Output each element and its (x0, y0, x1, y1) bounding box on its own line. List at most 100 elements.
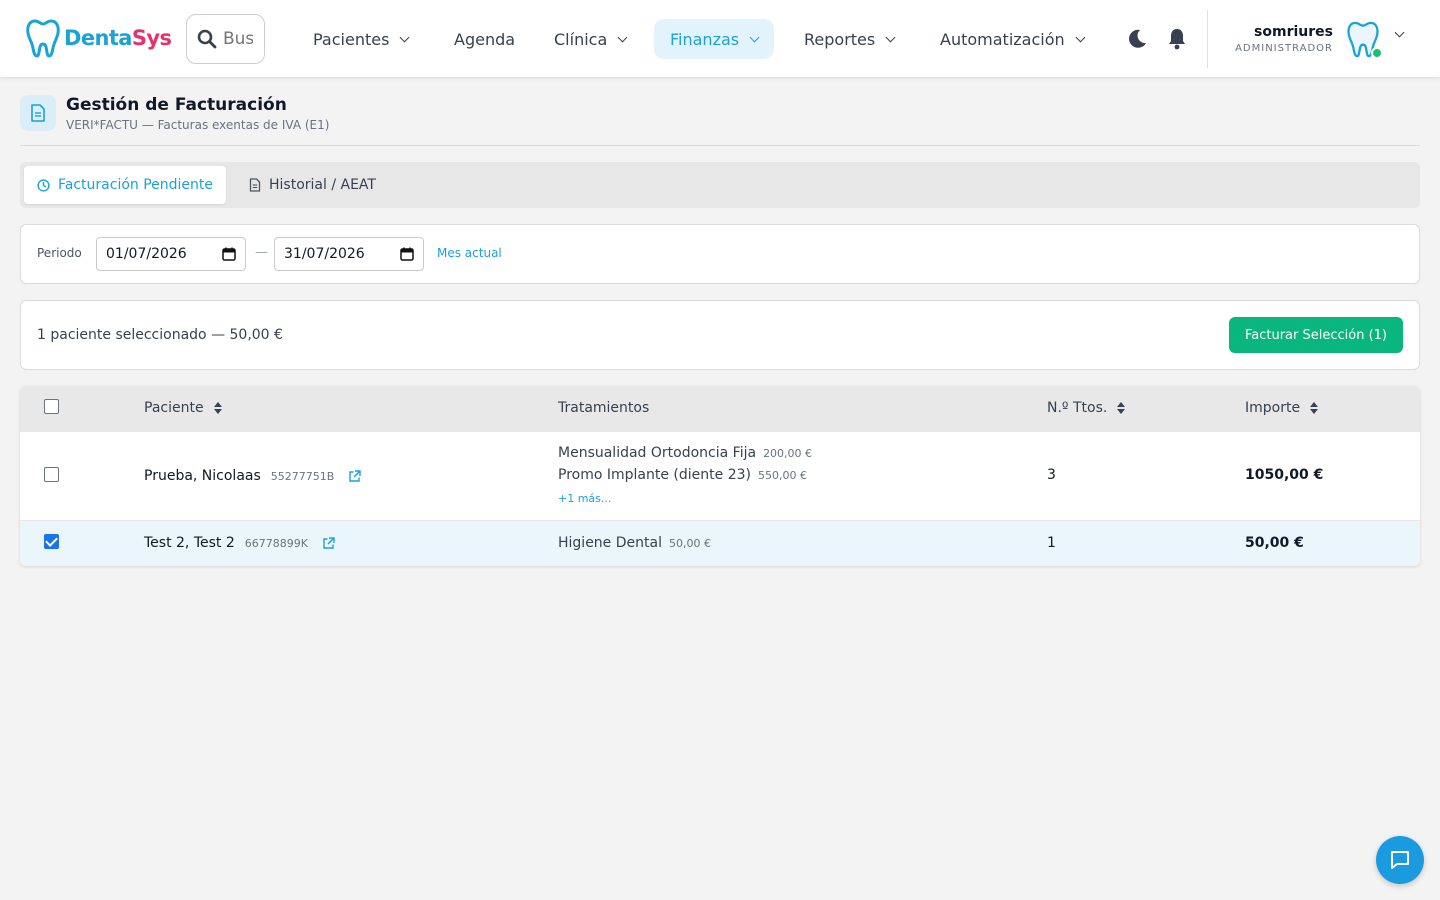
treatment-count: 3 (1047, 467, 1056, 483)
chevron-down-icon (749, 32, 760, 42)
user-menu-chevron-icon[interactable] (1394, 27, 1405, 38)
online-status-dot (1371, 47, 1383, 59)
column-label: Tratamientos (558, 400, 650, 416)
search-icon (197, 29, 217, 49)
period-filter: Periodo 01/07/2026 — 31/07/2026 Mes actu… (20, 224, 1420, 284)
chat-button[interactable] (1376, 836, 1424, 884)
treatment-count: 1 (1047, 535, 1056, 551)
nav-clinica[interactable]: Clínica (538, 19, 642, 59)
patient-name: Prueba, Nicolaas (144, 468, 261, 484)
calendar-icon[interactable] (400, 247, 414, 261)
more-treatments-link[interactable]: +1 más... (558, 492, 611, 505)
selection-summary-text: 1 paciente seleccionado — 50,00 € (37, 327, 283, 343)
column-num-tratamientos[interactable]: N.º Ttos. (1047, 400, 1126, 416)
row-checkbox[interactable] (44, 534, 59, 549)
row-checkbox[interactable] (44, 467, 59, 482)
user-name: somriures (1254, 24, 1333, 40)
user-role: ADMINISTRADOR (1235, 43, 1333, 54)
nav-automatizacion[interactable]: Automatización (924, 19, 1100, 59)
period-label: Periodo (37, 246, 82, 260)
search-input[interactable] (223, 29, 253, 49)
selection-summary: 1 paciente seleccionado — 50,00 € Factur… (20, 300, 1420, 370)
page-title: Gestión de Facturación (66, 95, 287, 115)
treatment-price: 550,00 € (757, 469, 807, 482)
nav-reportes[interactable]: Reportes (788, 19, 910, 59)
column-tratamientos: Tratamientos (558, 400, 649, 416)
table-header: Paciente Tratamientos N.º Ttos. Importe (20, 386, 1420, 431)
tooth-logo-icon (26, 19, 60, 58)
treatment-price: 50,00 € (668, 537, 711, 550)
clock-icon (37, 178, 50, 192)
nav-agenda[interactable]: Agenda (438, 19, 531, 59)
page-subtitle: VERI*FACTU — Facturas exentas de IVA (E1… (66, 118, 330, 132)
sort-icon[interactable] (213, 402, 222, 414)
treatment-name: Promo Implante (diente 23) (558, 467, 751, 483)
patient-id: 55277751B (270, 469, 335, 483)
column-paciente[interactable]: Paciente (144, 400, 222, 416)
treatment-name: Mensualidad Ortodoncia Fija (558, 445, 757, 461)
treatment-item: Higiene Dental 50,00 € (558, 535, 711, 551)
date-to-input[interactable]: 31/07/2026 (274, 237, 424, 271)
chevron-down-icon (1075, 32, 1086, 42)
document-icon (249, 178, 261, 192)
date-from-input[interactable]: 01/07/2026 (96, 237, 246, 271)
invoice-document-icon (20, 95, 56, 131)
moon-icon (1129, 29, 1146, 48)
user-info[interactable]: somriures ADMINISTRADOR (1235, 24, 1333, 54)
external-link-icon[interactable] (348, 469, 362, 483)
sort-icon[interactable] (1310, 402, 1319, 414)
row-amount: 1050,00 € (1245, 467, 1324, 483)
column-label: Paciente (144, 400, 204, 416)
current-month-link[interactable]: Mes actual (437, 246, 502, 260)
page-header: Gestión de Facturación VERI*FACTU — Fact… (20, 95, 1420, 146)
app-logo[interactable]: DentaSys (26, 18, 172, 58)
nav-label: Clínica (554, 29, 608, 49)
patient-name: Test 2, Test 2 (144, 535, 235, 551)
navbar-divider (1207, 10, 1208, 68)
billing-tabs: Facturación Pendiente Historial / AEAT (20, 162, 1420, 208)
app-name: DentaSys (64, 26, 172, 50)
calendar-icon[interactable] (222, 247, 236, 261)
select-all-checkbox[interactable] (44, 399, 59, 414)
patient-id: 66778899K (244, 536, 308, 550)
tab-label: Historial / AEAT (269, 177, 376, 193)
nav-finanzas[interactable]: Finanzas (654, 19, 775, 59)
table-row[interactable]: Prueba, Nicolaas 55277751B Mensualidad O… (20, 431, 1420, 520)
invoice-selection-button[interactable]: Facturar Selección (1) (1228, 317, 1403, 353)
tab-facturacion-pendiente[interactable]: Facturación Pendiente (24, 166, 227, 204)
nav-pacientes[interactable]: Pacientes (297, 19, 424, 59)
chevron-down-icon (617, 32, 628, 42)
nav-label: Reportes (804, 29, 876, 49)
nav-label: Agenda (454, 29, 516, 49)
treatment-price: 200,00 € (763, 447, 813, 460)
chevron-down-icon (885, 32, 896, 42)
chat-icon (1391, 851, 1409, 869)
tab-label: Facturación Pendiente (58, 177, 214, 193)
row-amount: 50,00 € (1245, 535, 1304, 551)
patient-cell: Prueba, Nicolaas 55277751B (144, 468, 362, 484)
column-label: Importe (1245, 400, 1301, 416)
nav-label: Pacientes (313, 29, 390, 49)
date-from-value: 01/07/2026 (106, 246, 187, 262)
column-label: N.º Ttos. (1047, 400, 1108, 416)
top-navbar: DentaSys Pacientes Agenda Clínica Finanz… (0, 0, 1440, 78)
treatment-item: Mensualidad Ortodoncia Fija 200,00 € (558, 445, 812, 461)
chevron-down-icon (399, 32, 410, 42)
tab-historial-aeat[interactable]: Historial / AEAT (236, 166, 389, 204)
column-importe[interactable]: Importe (1245, 400, 1319, 416)
pending-billing-table: Paciente Tratamientos N.º Ttos. Importe … (20, 386, 1420, 566)
date-to-value: 31/07/2026 (284, 246, 365, 262)
nav-label: Automatización (940, 29, 1065, 49)
external-link-icon[interactable] (322, 536, 335, 550)
global-search[interactable] (186, 14, 265, 64)
table-row[interactable]: Test 2, Test 2 66778899K Higiene Dental … (20, 520, 1420, 566)
nav-label: Finanzas (670, 29, 740, 49)
date-separator: — (255, 245, 268, 260)
patient-cell: Test 2, Test 2 66778899K (144, 535, 335, 551)
notifications-button[interactable] (1165, 27, 1189, 51)
treatment-name: Higiene Dental (558, 535, 662, 551)
treatment-item: Promo Implante (diente 23) 550,00 € (558, 467, 807, 483)
dark-mode-toggle[interactable] (1125, 27, 1149, 51)
sort-icon[interactable] (1117, 402, 1126, 414)
bell-icon (1169, 29, 1185, 50)
